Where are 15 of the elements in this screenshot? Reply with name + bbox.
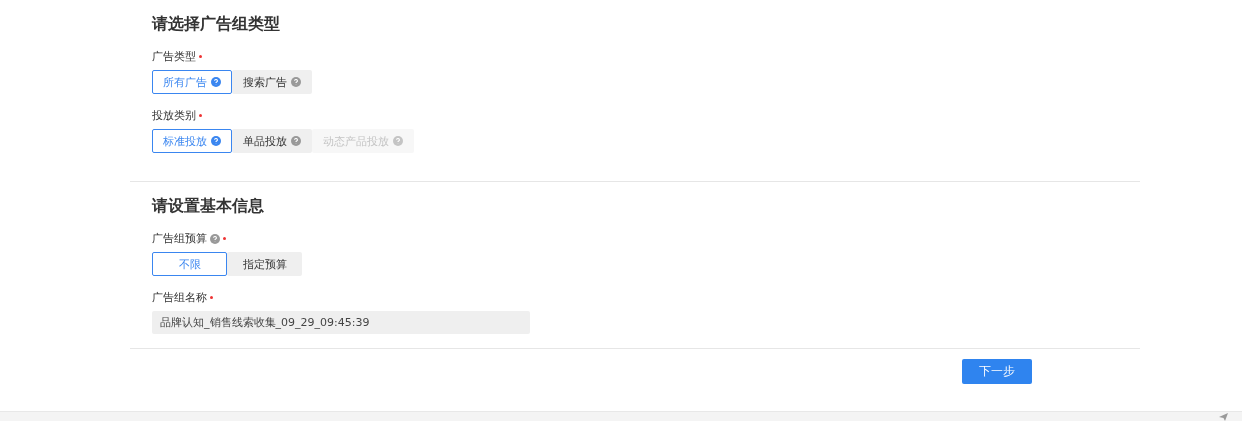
field-label: 广告组名称 — [152, 290, 207, 305]
field-label: 广告组预算 — [152, 231, 207, 246]
option-button[interactable]: 单品投放 — [232, 129, 312, 153]
option-button[interactable]: 指定预算 — [227, 252, 302, 276]
next-button[interactable]: 下一步 — [962, 359, 1032, 384]
option-button[interactable]: 所有广告 — [152, 70, 232, 94]
section-title: 请选择广告组类型 — [152, 14, 281, 35]
field-label: 投放类别 — [152, 108, 196, 123]
option-button[interactable]: 不限 — [152, 252, 227, 276]
option-button[interactable]: 标准投放 — [152, 129, 232, 153]
option-button[interactable]: 搜索广告 — [232, 70, 312, 94]
name-field[interactable]: 品牌认知_销售线索收集_09_29_09:45:39 — [152, 311, 530, 334]
send-icon[interactable] — [1219, 412, 1228, 421]
section-title: 请设置基本信息 — [152, 196, 265, 217]
field-label: 广告类型 — [152, 49, 196, 64]
